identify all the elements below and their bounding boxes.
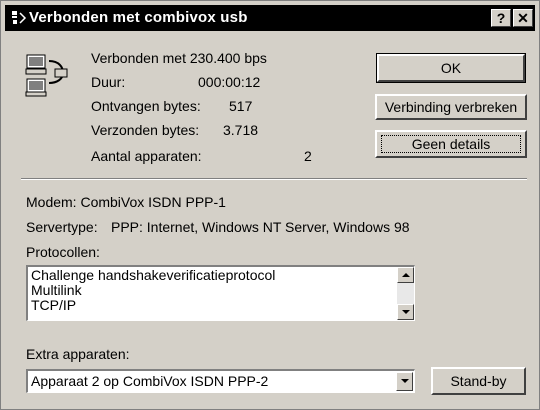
chevron-down-icon <box>401 379 409 383</box>
disconnect-button[interactable]: Verbinding verbreken <box>375 94 527 120</box>
ok-button[interactable]: OK <box>376 53 526 83</box>
less-details-button[interactable]: Geen details <box>375 130 527 158</box>
protocols-label: Protocollen: <box>26 244 100 260</box>
close-button[interactable]: ✕ <box>513 9 533 27</box>
sent-bytes-value: 3.718 <box>223 122 259 138</box>
vertical-scrollbar[interactable] <box>397 267 414 320</box>
extra-devices-selected: Apparaat 2 op CombiVox ISDN PPP-2 <box>31 373 269 389</box>
connection-speed: Verbonden met 230.400 bps <box>91 50 267 66</box>
duration-value: 000:00:12 <box>198 74 261 90</box>
disconnect-button-label: Verbinding verbreken <box>384 99 518 115</box>
connection-icon <box>25 54 68 97</box>
standby-button[interactable]: Stand-by <box>431 367 526 395</box>
title-bar[interactable]: Verbonden met combivox usb ? ✕ <box>5 5 535 31</box>
sent-bytes-label: Verzonden bytes: <box>91 122 200 138</box>
window-title: Verbonden met combivox usb <box>29 9 248 26</box>
received-bytes-value: 517 <box>229 98 253 114</box>
standby-button-label: Stand-by <box>450 373 507 389</box>
dropdown-button[interactable] <box>396 372 413 391</box>
servertype-label: Servertype: <box>26 219 98 235</box>
list-item[interactable]: TCP/IP <box>31 298 414 313</box>
list-item[interactable]: Multilink <box>31 283 414 298</box>
ok-button-label: OK <box>440 60 462 76</box>
extra-devices-select[interactable]: Apparaat 2 op CombiVox ISDN PPP-2 <box>26 369 415 393</box>
focus-indicator <box>381 135 521 153</box>
scroll-down-button[interactable] <box>397 304 414 320</box>
arrow-up-icon <box>402 273 410 277</box>
servertype-value: PPP: Internet, Windows NT Server, Window… <box>111 219 410 235</box>
help-button[interactable]: ? <box>491 9 511 27</box>
duration-label: Duur: <box>91 74 126 90</box>
received-bytes-label: Ontvangen bytes: <box>91 98 201 114</box>
list-item[interactable]: Challenge handshakeverificatieprotocol <box>31 268 414 283</box>
dialog-window: Verbonden met combivox usb ? ✕ Verbonden… <box>0 0 540 410</box>
protocols-listbox[interactable]: Challenge handshakeverificatieprotocol M… <box>26 265 415 321</box>
separator <box>21 178 527 180</box>
scroll-up-button[interactable] <box>397 267 414 283</box>
arrow-down-icon <box>402 310 410 314</box>
dialup-icon <box>12 11 27 24</box>
modem-info: Modem: CombiVox ISDN PPP-1 <box>26 194 226 210</box>
device-count-label: Aantal apparaten: <box>91 148 202 164</box>
device-count-value: 2 <box>304 148 312 164</box>
extra-devices-label: Extra apparaten: <box>26 346 130 362</box>
